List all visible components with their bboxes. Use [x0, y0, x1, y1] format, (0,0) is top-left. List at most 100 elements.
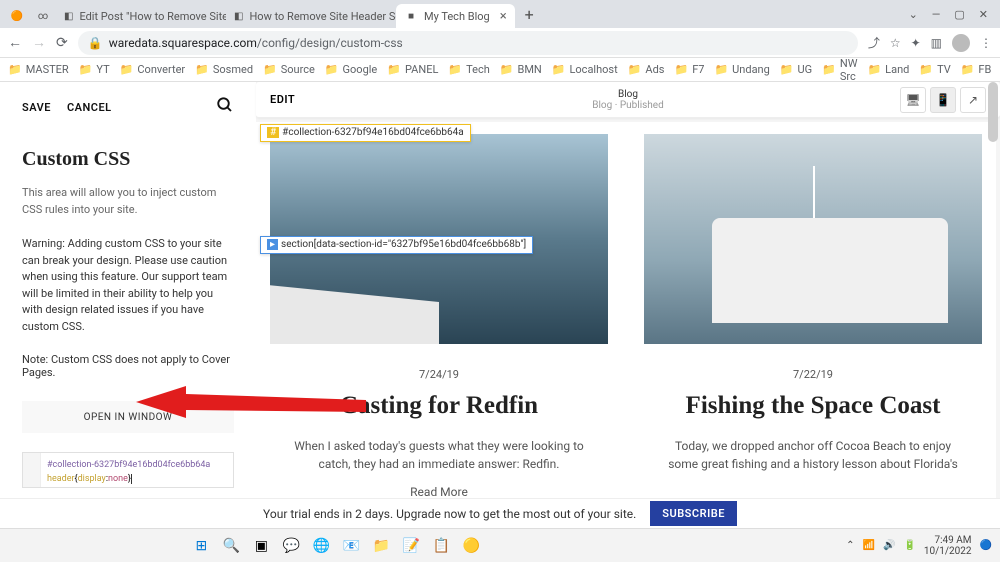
- mobile-view-button[interactable]: 📱: [930, 87, 956, 113]
- bookmark-item[interactable]: 📁F7: [674, 63, 704, 76]
- start-icon[interactable]: ⊞: [189, 534, 213, 558]
- tab-1[interactable]: ∞: [30, 4, 56, 28]
- trial-text: Your trial ends in 2 days. Upgrade now t…: [263, 507, 636, 521]
- bookmark-item[interactable]: 📁MASTER: [8, 63, 69, 76]
- close-icon[interactable]: ✕: [979, 8, 988, 21]
- scrollbar[interactable]: [988, 82, 998, 142]
- post-excerpt: When I asked today's guests what they we…: [270, 437, 608, 473]
- bookmark-item[interactable]: 📁YT: [79, 63, 110, 76]
- new-tab-button[interactable]: +: [521, 5, 538, 24]
- window-controls: ⌄ — ▢ ✕: [909, 8, 996, 21]
- panel-description: This area will allow you to inject custo…: [22, 185, 234, 218]
- bookmark-item[interactable]: 📁UG: [780, 63, 812, 76]
- bookmark-item[interactable]: 📁NW Src: [822, 57, 857, 83]
- app-icon[interactable]: 📋: [429, 534, 453, 558]
- notepad-icon[interactable]: 📝: [399, 534, 423, 558]
- wifi-icon[interactable]: 📶: [863, 540, 875, 551]
- selector-overlay-section[interactable]: ▸section[data-section-id="6327bf95e16bd0…: [260, 236, 533, 254]
- maximize-icon[interactable]: ▢: [954, 8, 964, 21]
- clock[interactable]: 7:49 AM 10/1/2022: [924, 535, 972, 557]
- blog-post-card[interactable]: 7/22/19 Fishing the Space Coast Today, w…: [644, 134, 982, 498]
- mail-icon[interactable]: 📧: [339, 534, 363, 558]
- tab-0[interactable]: 🟠: [4, 4, 30, 28]
- folder-icon: 📁: [79, 63, 93, 76]
- bookmark-item[interactable]: 📁Google: [325, 63, 377, 76]
- folder-icon: 📁: [674, 63, 688, 76]
- reload-icon[interactable]: ⟳: [56, 35, 68, 51]
- bookmark-item[interactable]: 📁Localhost: [552, 63, 618, 76]
- folder-icon: 📁: [961, 63, 975, 76]
- notifications-icon[interactable]: 🔵: [980, 540, 992, 551]
- editor-content[interactable]: #collection-6327bf94e16bd04fce6bb64a hea…: [41, 453, 216, 487]
- bookmark-item[interactable]: 📁PANEL: [387, 63, 438, 76]
- bookmark-item[interactable]: 📁BMN: [500, 63, 542, 76]
- bookmark-item[interactable]: 📁FB: [961, 63, 992, 76]
- chrome-icon[interactable]: 🟡: [459, 534, 483, 558]
- chevron-down-icon[interactable]: ⌄: [909, 8, 918, 21]
- chat-icon[interactable]: 💬: [279, 534, 303, 558]
- edge-icon[interactable]: 🌐: [309, 534, 333, 558]
- preview-title: Blog: [592, 89, 663, 100]
- edit-button[interactable]: EDIT: [270, 93, 295, 106]
- tab-3[interactable]: ◧How to Remove Site Header Sq×: [226, 4, 396, 28]
- close-icon[interactable]: ×: [500, 9, 507, 24]
- open-in-window-button[interactable]: OPEN IN WINDOW: [22, 401, 234, 433]
- address-bar: ← → ⟳ 🔒 waredata.squarespace.com/config/…: [0, 28, 1000, 58]
- taskview-icon[interactable]: ▣: [249, 534, 273, 558]
- volume-icon[interactable]: 🔊: [883, 540, 895, 551]
- folder-icon: 📁: [714, 63, 728, 76]
- folder-icon: 📁: [500, 63, 514, 76]
- profile-avatar[interactable]: [952, 34, 970, 52]
- cancel-button[interactable]: CANCEL: [67, 101, 112, 114]
- battery-icon[interactable]: 🔋: [903, 540, 915, 551]
- tray-chevron-icon[interactable]: ⌃: [846, 540, 854, 551]
- share-icon[interactable]: ⤴: [868, 34, 880, 51]
- panel-icon[interactable]: ▥: [931, 36, 942, 50]
- bookmark-item[interactable]: 📁TV: [919, 63, 950, 76]
- tab-2[interactable]: ◧Edit Post "How to Remove Site H×: [56, 4, 226, 28]
- preview-panel: EDIT Blog Blog · Published 🖥 📱 ↗ ##colle…: [256, 82, 1000, 498]
- save-button[interactable]: SAVE: [22, 101, 51, 114]
- blog-post-card[interactable]: 7/24/19 Casting for Redfin When I asked …: [270, 134, 608, 498]
- extensions-icon[interactable]: ✦: [911, 36, 921, 50]
- expand-button[interactable]: ↗: [960, 87, 986, 113]
- read-more-link[interactable]: Read More: [270, 485, 608, 498]
- minimize-icon[interactable]: —: [932, 8, 941, 21]
- explorer-icon[interactable]: 📁: [369, 534, 393, 558]
- back-icon[interactable]: ←: [8, 34, 22, 51]
- css-editor[interactable]: #collection-6327bf94e16bd04fce6bb64a hea…: [22, 452, 234, 488]
- folder-icon: 📁: [867, 63, 881, 76]
- tab-favicon: ■: [404, 9, 418, 23]
- url-input[interactable]: 🔒 waredata.squarespace.com/config/design…: [78, 31, 858, 55]
- subscribe-button[interactable]: SUBSCRIBE: [650, 501, 737, 526]
- tab-favicon: 🟠: [10, 9, 24, 23]
- tab-favicon: ◧: [64, 9, 73, 23]
- folder-icon: 📁: [448, 63, 462, 76]
- bookmark-item[interactable]: 📁Tech: [448, 63, 489, 76]
- bookmark-item[interactable]: 📁Converter: [120, 63, 185, 76]
- tab-4-active[interactable]: ■ My Tech Blog ×: [396, 4, 515, 28]
- bookmark-item[interactable]: 📁Land: [867, 63, 909, 76]
- bookmark-item[interactable]: 📁Source: [263, 63, 315, 76]
- bookmark-item[interactable]: 📁Sosmed: [195, 63, 253, 76]
- windows-taskbar: ⊞ 🔍 ▣ 💬 🌐 📧 📁 📝 📋 🟡 ⌃ 📶 🔊 🔋 7:49 AM 10/1…: [0, 528, 1000, 562]
- folder-icon: 📁: [780, 63, 794, 76]
- bookmark-item[interactable]: 📁Ads: [628, 63, 665, 76]
- bookmark-item[interactable]: 📁Undang: [714, 63, 769, 76]
- forward-icon[interactable]: →: [32, 34, 46, 51]
- preview-title-group[interactable]: Blog Blog · Published: [592, 89, 663, 111]
- search-icon[interactable]: 🔍: [219, 534, 243, 558]
- app-frame: SAVE CANCEL Custom CSS This area will al…: [0, 82, 1000, 498]
- desktop-view-button[interactable]: 🖥: [900, 87, 926, 113]
- panel-note: Note: Custom CSS does not apply to Cover…: [22, 353, 234, 379]
- selector-overlay-collection[interactable]: ##collection-6327bf94e16bd04fce6bb64a: [260, 124, 471, 142]
- url-host: waredata.squarespace.com/config/design/c…: [109, 36, 403, 50]
- folder-icon: 📁: [552, 63, 566, 76]
- star-icon[interactable]: ☆: [890, 36, 901, 50]
- tab-label: Edit Post "How to Remove Site H: [79, 10, 226, 23]
- folder-icon: 📁: [628, 63, 642, 76]
- search-icon[interactable]: [216, 96, 234, 118]
- tab-label: My Tech Blog: [424, 10, 490, 23]
- menu-icon[interactable]: ⋮: [980, 36, 992, 50]
- post-title: Fishing the Space Coast: [644, 391, 982, 421]
